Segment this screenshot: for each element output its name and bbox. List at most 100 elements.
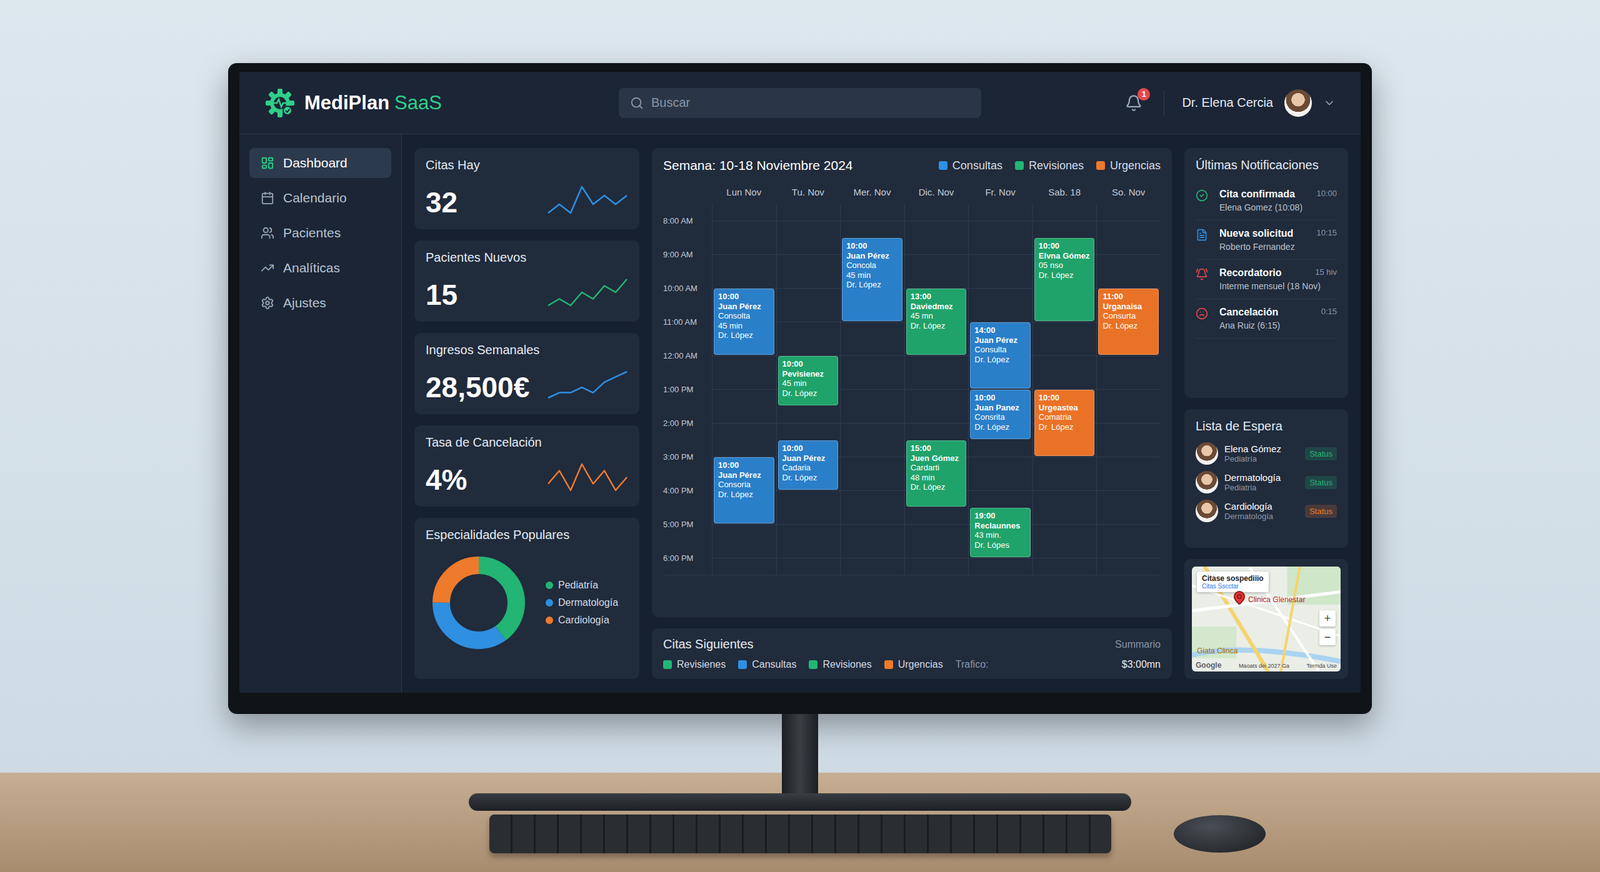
day-column[interactable]	[904, 203, 969, 575]
calendar-event[interactable]: 19:00Reclaunnes43 min.Dr. Lópes	[970, 508, 1031, 558]
map-attribution: Maoats dei 2027 Ga	[1238, 663, 1290, 670]
calendar-event[interactable]: 13:00Daviedmez45 mnDr. López	[906, 288, 967, 355]
event-text: Daviedmez	[910, 301, 963, 312]
calendar-column: Semana: 10-18 Noviembre 2024ConsultasRev…	[651, 148, 1172, 680]
chevron-down-icon[interactable]	[1323, 96, 1336, 110]
event-text: Reclaunnes	[974, 521, 1027, 532]
sidebar-item-label: Ajustes	[283, 295, 327, 311]
waitlist-item[interactable]: Elena GómezPediatríaStatus	[1195, 442, 1337, 465]
notification-item[interactable]: Nueva solicitud10:15Roberto Fernandez	[1195, 220, 1337, 260]
day-name: Lun Nov	[711, 186, 777, 198]
sidebar-item[interactable]: Ajustes	[249, 288, 392, 319]
specialties-chart: PediatríaDermatologíaCardiología	[425, 550, 629, 657]
day-header-row: Lun NovTu. NovMer. NovDic. NovFr. NovSab…	[663, 183, 1161, 204]
sparkline-line	[548, 186, 627, 214]
event-text: Urgeastea	[1038, 403, 1091, 414]
legend-item: Revisiones	[808, 659, 872, 671]
sidebar-item[interactable]: Calendario	[249, 183, 392, 214]
day-name: Mer. Nov	[840, 186, 905, 198]
legend-dot	[545, 581, 554, 590]
notification-item[interactable]: Recordatorio15 hivInterme mensuel (18 No…	[1195, 260, 1337, 300]
waitlist-item[interactable]: CardiologíaDermatologíaStatus	[1195, 500, 1337, 523]
sidebar-item-icon	[260, 156, 275, 170]
stats-column: Citas Hay32 Pacientes Nuevos15 Ingresos Se…	[414, 148, 640, 680]
notification-time: 10:00	[1316, 188, 1337, 200]
calendar-event[interactable]: 11:00UrganaisaConsurtaDr. López	[1098, 288, 1159, 355]
calendar-event[interactable]: 10:00Juan PanezConsritaDr. López	[970, 390, 1031, 440]
event-text: Pevisienez	[782, 369, 835, 380]
event-text: 19:00	[974, 511, 1027, 522]
notification-item[interactable]: Cancelación0:15Ana Ruiz (6:15)	[1195, 299, 1337, 339]
stat-card[interactable]: Pacientes Nuevos15	[414, 240, 640, 322]
event-text: 45 mn	[910, 311, 963, 322]
event-text: Juen Gómez	[910, 453, 963, 464]
event-text: Consurta	[1102, 311, 1155, 322]
summary-link[interactable]: Summario	[1115, 639, 1161, 651]
sidebar-item-label: Dashboard	[283, 155, 348, 171]
sparkline-chart	[546, 276, 629, 309]
zoom-in-button[interactable]: +	[1319, 610, 1336, 627]
search-icon	[630, 96, 644, 110]
legend-dot	[545, 599, 554, 607]
calendar-event[interactable]: 10:00Juan PérezConsoriaDr. López	[713, 457, 775, 524]
patient-detail: Dermatología	[1224, 511, 1299, 522]
app-screen: MediPlanSaaSBuscar 1 Dr. Elena Cercia Dashb…	[239, 71, 1361, 694]
map-pin[interactable]	[1231, 590, 1247, 606]
legend-item: Dermatología	[545, 597, 619, 609]
user-name[interactable]: Dr. Elena Cercia	[1181, 95, 1274, 110]
stat-card[interactable]: Ingresos Semanales28,500€	[414, 333, 640, 415]
legend-item: Urgencias	[884, 659, 944, 671]
calendar-title: Semana: 10-18 Noviembre 2024	[663, 158, 854, 174]
calendar-event[interactable]: 10:00Elvna Gómez05 nsoDr. López	[1034, 238, 1095, 322]
traffic-label: Trafico:	[955, 659, 989, 671]
calendar-header: Semana: 10-18 Noviembre 2024ConsultasRev…	[663, 158, 1161, 184]
event-text: 05 nso	[1038, 260, 1091, 271]
logo[interactable]: MediPlanSaaS	[264, 87, 619, 119]
map-pin-icon	[1231, 590, 1247, 606]
stat-card[interactable]: Citas Hay32	[414, 148, 640, 230]
day-column[interactable]	[1096, 203, 1161, 575]
calendar-event[interactable]: 10:00Juan PérezConsolta45 minDr. López	[713, 288, 775, 355]
sparkline-chart	[546, 369, 629, 401]
time-label: 9:00 AM	[663, 246, 712, 264]
event-text: Dr. López	[974, 355, 1027, 365]
user-avatar[interactable]	[1284, 89, 1312, 117]
calendar-event[interactable]: 10:00Juan PérezCadariaDr. López	[778, 440, 839, 490]
map[interactable]: Citase sospediiioCitas SscctarClinica Gl…	[1191, 566, 1341, 672]
calendar-event[interactable]: 14:00Juan PérezConsultaDr. López	[970, 322, 1031, 389]
calendar-event[interactable]: 10:00UrgeasteaComatriaDr. López	[1034, 390, 1095, 457]
calendar-event[interactable]: 15:00Juen GómezCardarti48 minDr. López	[906, 440, 967, 507]
divider	[1163, 90, 1165, 116]
sparkline-line	[548, 371, 627, 399]
monitor-stand	[781, 714, 819, 794]
event-text: 10:00	[1038, 241, 1091, 252]
time-label: 5:00 PM	[663, 516, 712, 534]
specialties-title: Especialidades Populares	[425, 528, 629, 543]
event-text: Consolta	[718, 311, 770, 322]
sidebar-item[interactable]: Analíticas	[249, 253, 392, 284]
notifications-button[interactable]: 1	[1121, 90, 1147, 116]
event-text: Dr. López	[910, 321, 963, 332]
event-text: Urganaisa	[1102, 301, 1155, 312]
waitlist-item[interactable]: DermatologíaPediatriaStatus	[1195, 471, 1337, 494]
legend-item: Urgencias	[1096, 159, 1161, 173]
event-text: Dr. Lópes	[974, 540, 1027, 551]
search-field[interactable]: Buscar	[618, 88, 982, 119]
zoom-out-button[interactable]: −	[1319, 629, 1336, 646]
event-text: Juan Pérez	[782, 453, 835, 464]
stat-value: 32	[425, 185, 547, 220]
calendar-event[interactable]: 10:00Juan PérezConcola45 minDr. López	[841, 238, 903, 322]
sidebar-item[interactable]: Pacientes	[249, 218, 392, 249]
sparkline-chart	[546, 461, 629, 494]
map-terms[interactable]: Termda Use	[1306, 663, 1337, 670]
sidebar: Dashboard Calendario Pacientes Analíticas Aj…	[239, 134, 402, 694]
notification-detail: Roberto Fernandez	[1219, 241, 1337, 252]
stat-card[interactable]: Tasa de Cancelación4%	[414, 425, 640, 507]
calendar-event[interactable]: 10:00Pevisienez45 minDr. López	[778, 356, 839, 406]
notification-icon-wrap	[1195, 228, 1215, 252]
sidebar-item-label: Pacientes	[283, 225, 341, 241]
notification-item[interactable]: Cita confirmada10:00Elena Gomez (10:08)	[1195, 181, 1337, 221]
sidebar-item[interactable]: Dashboard	[249, 148, 392, 179]
top-bar: MediPlanSaaSBuscar 1 Dr. Elena Cercia	[239, 71, 1361, 135]
patient-name: Dermatología	[1224, 472, 1299, 484]
